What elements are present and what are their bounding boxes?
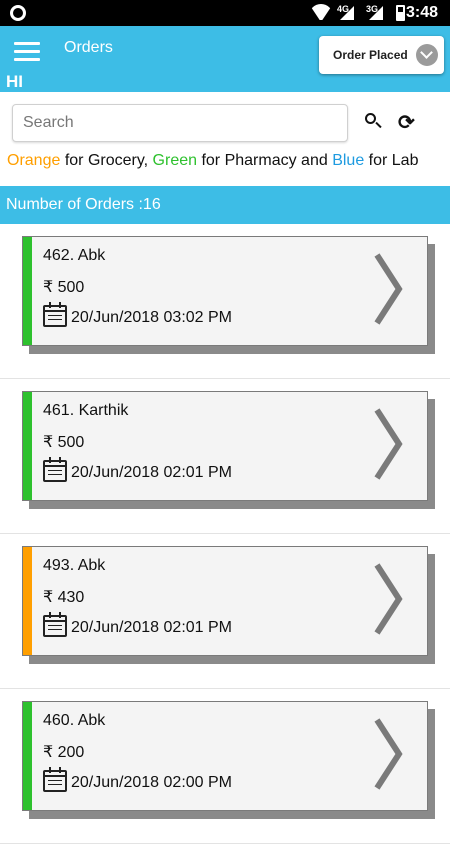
order-card[interactable]: 493. Abk ₹ 430 20/Jun/2018 02:01 PM bbox=[22, 546, 428, 656]
order-title: 460. Abk bbox=[43, 712, 106, 729]
order-amount: ₹ 430 bbox=[43, 589, 85, 606]
order-date: 20/Jun/2018 02:01 PM bbox=[71, 464, 233, 481]
legend-blue: Blue bbox=[332, 152, 365, 169]
category-legend: Orange for Grocery, Green for Pharmacy a… bbox=[7, 152, 418, 170]
legend-green: Green bbox=[152, 152, 198, 169]
category-stripe bbox=[23, 237, 32, 345]
wifi-icon bbox=[311, 4, 331, 20]
orders-list: 462. Abk ₹ 500 20/Jun/2018 03:02 PM 461.… bbox=[0, 224, 450, 844]
calendar-icon bbox=[43, 767, 67, 792]
calendar-icon bbox=[43, 302, 67, 327]
list-item: 493. Abk ₹ 430 20/Jun/2018 02:01 PM bbox=[0, 534, 450, 689]
order-status-value: Order Placed bbox=[333, 48, 408, 62]
order-card[interactable]: 461. Karthik ₹ 500 20/Jun/2018 02:01 PM bbox=[22, 391, 428, 501]
chevron-down-icon bbox=[416, 44, 438, 66]
refresh-icon[interactable]: ⟳ bbox=[398, 110, 415, 135]
chevron-right-icon[interactable] bbox=[373, 404, 403, 484]
legend-grocery-text: for Grocery, bbox=[60, 152, 153, 169]
order-card[interactable]: 460. Abk ₹ 200 20/Jun/2018 02:00 PM bbox=[22, 701, 428, 811]
legend-lab-text: for Lab bbox=[364, 152, 419, 169]
battery-icon bbox=[396, 5, 405, 21]
list-item: 460. Abk ₹ 200 20/Jun/2018 02:00 PM bbox=[0, 689, 450, 844]
chevron-right-icon[interactable] bbox=[373, 249, 403, 329]
menu-icon[interactable] bbox=[14, 42, 40, 62]
list-item: 461. Karthik ₹ 500 20/Jun/2018 02:01 PM bbox=[0, 379, 450, 534]
order-date: 20/Jun/2018 02:00 PM bbox=[71, 774, 233, 791]
search-input[interactable] bbox=[12, 104, 348, 142]
signal-icon bbox=[340, 6, 354, 20]
order-title: 461. Karthik bbox=[43, 402, 129, 419]
order-amount: ₹ 200 bbox=[43, 744, 85, 761]
calendar-icon bbox=[43, 612, 67, 637]
orders-count-bar: Number of Orders :16 bbox=[0, 186, 450, 224]
chevron-right-icon[interactable] bbox=[373, 714, 403, 794]
order-amount: ₹ 500 bbox=[43, 279, 85, 296]
order-title: 493. Abk bbox=[43, 557, 106, 574]
legend-pharmacy-text: for Pharmacy and bbox=[197, 152, 333, 169]
order-card[interactable]: 462. Abk ₹ 500 20/Jun/2018 03:02 PM bbox=[22, 236, 428, 346]
greeting: HI bbox=[6, 72, 23, 91]
page-title: Orders bbox=[64, 39, 113, 56]
category-stripe bbox=[23, 702, 32, 810]
notification-icon bbox=[10, 5, 26, 21]
list-item: 462. Abk ₹ 500 20/Jun/2018 03:02 PM bbox=[0, 224, 450, 379]
category-stripe bbox=[23, 392, 32, 500]
signal-icon bbox=[369, 6, 383, 20]
legend-orange: Orange bbox=[7, 152, 61, 169]
category-stripe bbox=[23, 547, 32, 655]
order-title: 462. Abk bbox=[43, 247, 106, 264]
order-date: 20/Jun/2018 03:02 PM bbox=[71, 309, 233, 326]
chevron-right-icon[interactable] bbox=[373, 559, 403, 639]
order-date: 20/Jun/2018 02:01 PM bbox=[71, 619, 233, 636]
status-bar: 4G 3G 3:48 bbox=[0, 0, 450, 26]
calendar-icon bbox=[43, 457, 67, 482]
clock: 3:48 bbox=[405, 4, 438, 21]
orders-count: Number of Orders :16 bbox=[6, 196, 161, 213]
search-icon[interactable] bbox=[364, 112, 382, 130]
order-status-dropdown[interactable]: Order Placed bbox=[319, 36, 444, 74]
order-amount: ₹ 500 bbox=[43, 434, 85, 451]
